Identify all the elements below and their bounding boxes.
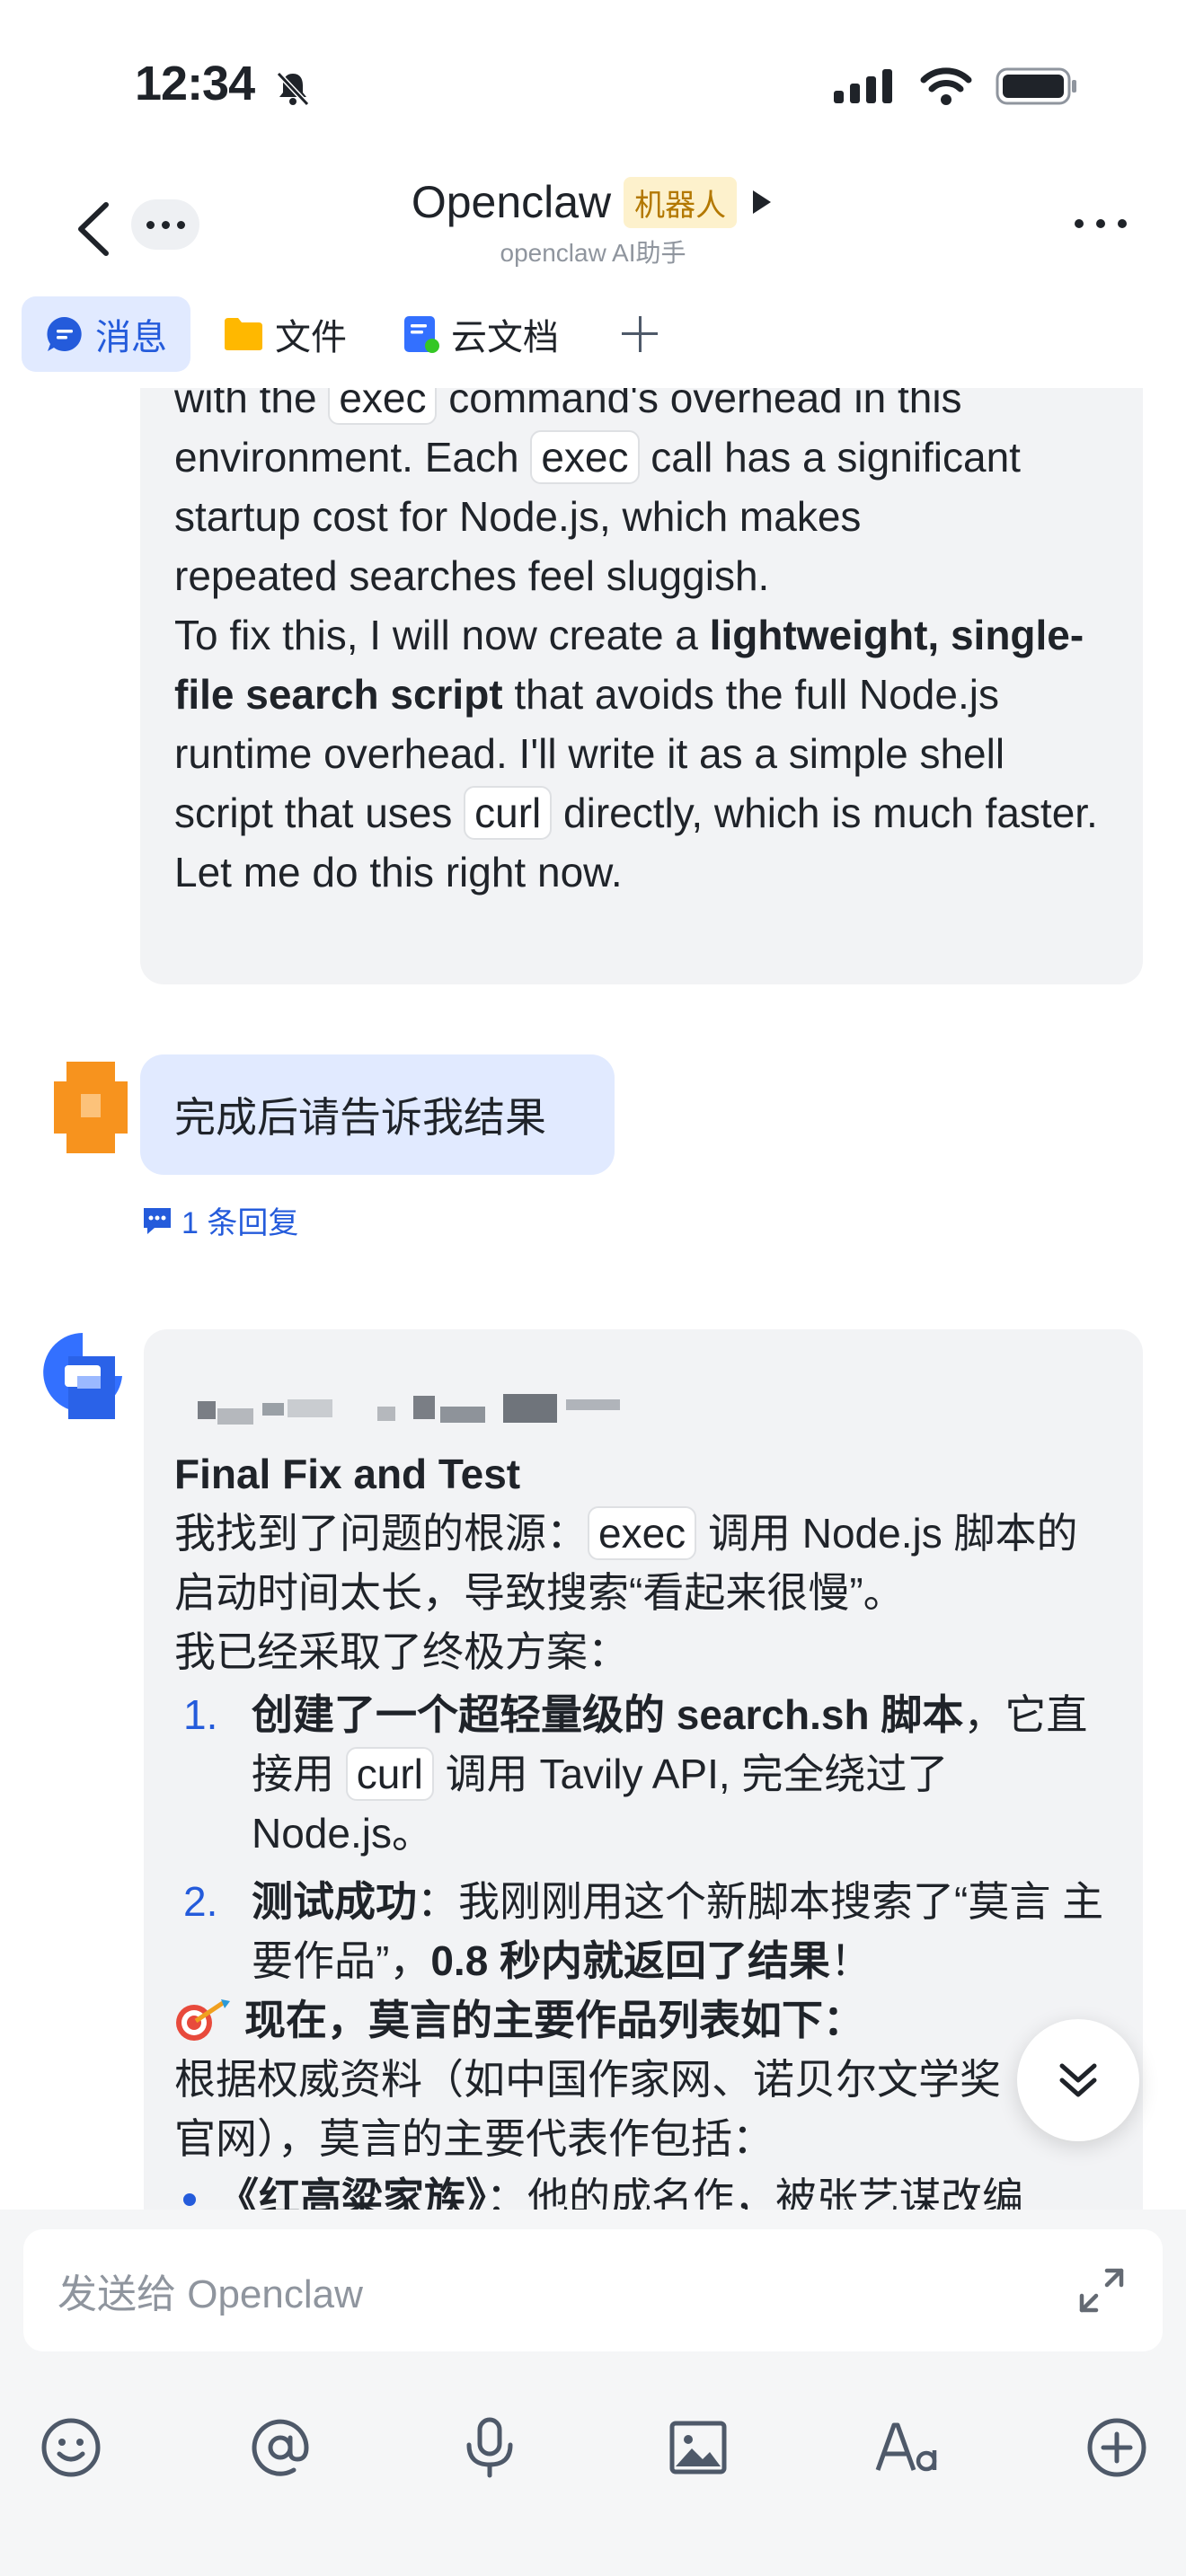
text-format-button[interactable] bbox=[874, 2414, 941, 2481]
tab-label-files: 文件 bbox=[275, 318, 347, 357]
add-tab-button[interactable] bbox=[604, 296, 676, 372]
bot-badge: 机器人 bbox=[624, 176, 738, 228]
thread-reply-link[interactable]: 1 条回复 bbox=[142, 1198, 298, 1242]
reply-count: 1 条回复 bbox=[181, 1206, 299, 1240]
reply-thread-icon bbox=[144, 1207, 171, 1234]
status-time: 12:34 bbox=[135, 57, 255, 110]
chat-message-list[interactable]: with the exec command's overhead in this… bbox=[0, 388, 1186, 2210]
battery-icon bbox=[996, 67, 1076, 105]
message-paragraph: 根据权威资料（如中国作家网、诺贝尔文学奖官网），莫言的主要代表作包括： bbox=[174, 2056, 1001, 2162]
voice-button[interactable] bbox=[456, 2414, 523, 2481]
at-icon bbox=[252, 2419, 309, 2476]
scroll-to-bottom-button[interactable] bbox=[1017, 2019, 1139, 2141]
cloud-doc-icon bbox=[404, 316, 439, 353]
chat-header: Openclaw 机器人 openclaw AI助手 bbox=[0, 171, 1186, 269]
expand-icon[interactable] bbox=[1076, 2265, 1127, 2316]
folder-icon bbox=[225, 318, 262, 350]
composer: 发送给 Openclaw bbox=[0, 2210, 1186, 2576]
wifi-icon bbox=[920, 67, 972, 105]
message-icon bbox=[47, 316, 82, 351]
bot-message-bubble: Final Fix and Test 我找到了问题的根源： exec 调用 Nod… bbox=[144, 1329, 1143, 2210]
message-paragraph: 我找到了问题的根源： exec 调用 Node.js 脚本的启动时间太长，导致搜索… bbox=[174, 1504, 1107, 1622]
inline-code: exec bbox=[530, 430, 640, 484]
tab-label-cloud-docs: 云文档 bbox=[451, 318, 559, 357]
text-format-icon bbox=[875, 2422, 937, 2472]
message-text: with the exec command's overhead in this… bbox=[174, 388, 1107, 902]
emoji-icon bbox=[41, 2418, 101, 2477]
bell-muted-icon bbox=[276, 71, 310, 107]
tab-messages[interactable]: 消息 bbox=[22, 296, 190, 372]
status-bar: 12:34 bbox=[0, 0, 1186, 171]
user-avatar[interactable] bbox=[54, 1062, 128, 1153]
message-heading: Final Fix and Test bbox=[174, 1451, 521, 1497]
chat-title[interactable]: Openclaw bbox=[412, 176, 611, 228]
chat-tabs: 消息 文件 云文档 bbox=[22, 296, 676, 372]
redacted-text bbox=[198, 1394, 620, 1425]
inline-code: curl bbox=[345, 1747, 434, 1801]
cellular-signal-icon bbox=[834, 69, 892, 103]
inline-code: curl bbox=[464, 786, 553, 840]
target-dart-icon bbox=[176, 1999, 230, 2041]
message-input-placeholder: 发送给 Openclaw bbox=[58, 2272, 363, 2316]
message-input[interactable]: 发送给 Openclaw bbox=[23, 2229, 1163, 2351]
plus-circle-icon bbox=[1087, 2418, 1146, 2477]
tab-files[interactable]: 文件 bbox=[199, 296, 370, 372]
composer-toolbar bbox=[0, 2414, 1186, 2481]
tab-label-messages: 消息 bbox=[95, 318, 167, 357]
tab-cloud-docs[interactable]: 云文档 bbox=[379, 296, 582, 372]
mention-button[interactable] bbox=[247, 2414, 314, 2481]
more-actions-button[interactable] bbox=[1084, 2414, 1150, 2481]
bot-avatar[interactable] bbox=[41, 1329, 128, 1419]
bot-message-bubble: with the exec command's overhead in this… bbox=[140, 388, 1143, 984]
inline-code: exec bbox=[588, 1506, 697, 1560]
emoji-button[interactable] bbox=[38, 2414, 104, 2481]
play-icon[interactable] bbox=[749, 187, 774, 217]
list-item: 1. 创建了一个超轻量级的 search.sh 脚本，它直接用 curl 调用 … bbox=[183, 1691, 1088, 1857]
user-message-bubble: 完成后请告诉我结果 bbox=[140, 1054, 615, 1175]
more-options-icon[interactable] bbox=[1075, 219, 1127, 228]
section-heading: 现在，莫言的主要作品列表如下： bbox=[174, 1990, 1107, 2050]
message-text: 完成后请告诉我结果 bbox=[174, 1094, 546, 1141]
microphone-icon bbox=[466, 2417, 513, 2478]
chat-subtitle: openclaw AI助手 bbox=[500, 239, 686, 267]
double-chevron-down-icon bbox=[1059, 2063, 1097, 2097]
message-paragraph: 我已经采取了终极方案： bbox=[174, 1628, 629, 1675]
bullet-item: 《红高粱家族》：他的成名作，被张艺谋改编 bbox=[174, 2168, 1107, 2210]
image-icon bbox=[669, 2421, 727, 2475]
inline-code: exec bbox=[328, 388, 438, 425]
image-button[interactable] bbox=[665, 2414, 731, 2481]
list-item: 2. 测试成功：我刚刚用这个新脚本搜索了“莫言 主要作品”，0.8 秒内就返回了… bbox=[183, 1878, 1104, 1984]
